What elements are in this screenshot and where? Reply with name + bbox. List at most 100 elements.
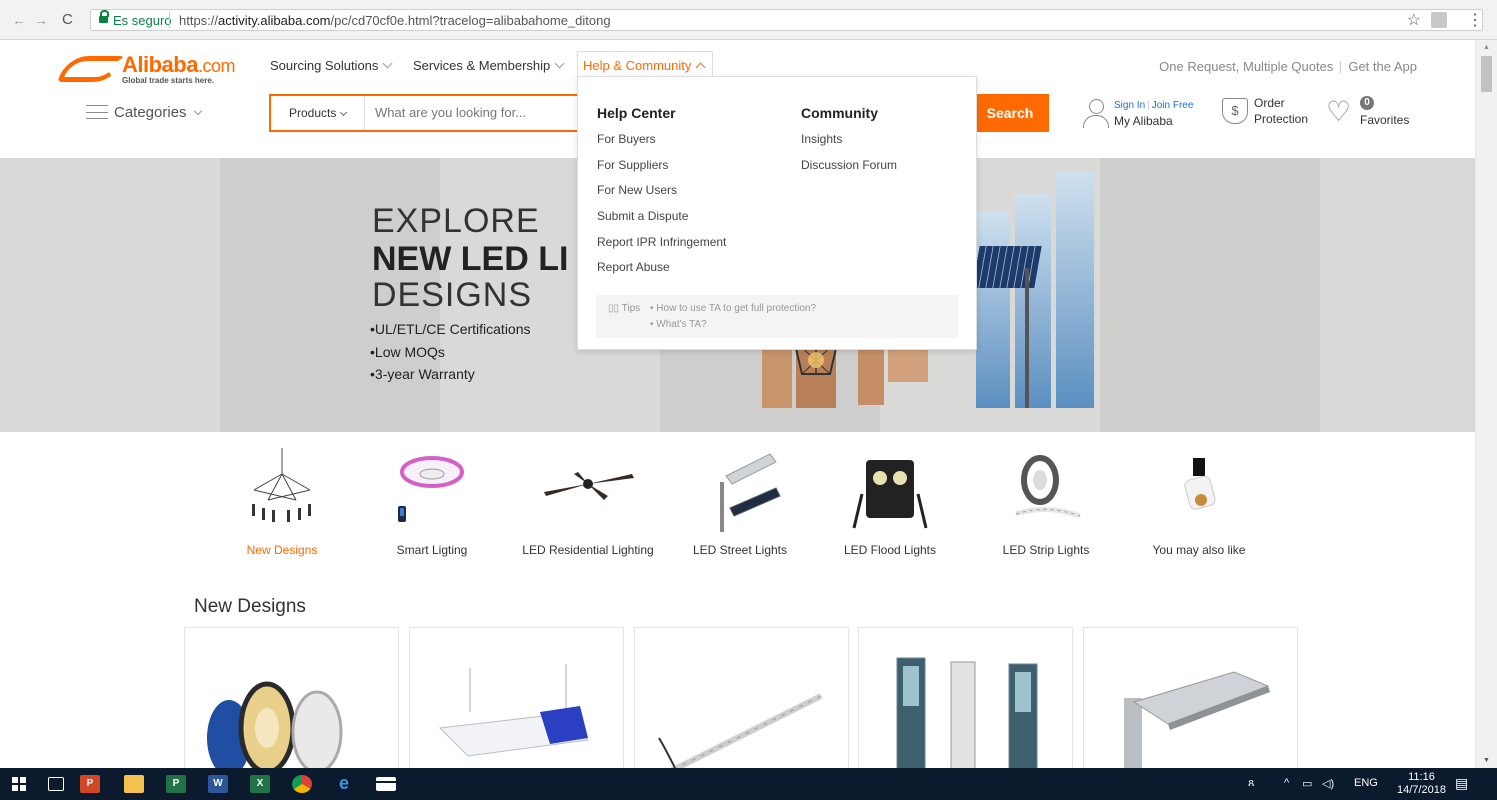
category-label: LED Strip Lights: [1002, 543, 1090, 557]
help-link-for-suppliers[interactable]: For Suppliers: [597, 157, 726, 183]
volume-icon[interactable]: ◁): [1322, 777, 1334, 790]
category-label: You may also like: [1152, 543, 1246, 557]
battery-icon[interactable]: ▭: [1302, 777, 1312, 790]
book-icon: ▯▯: [608, 303, 620, 314]
clock[interactable]: 11:16 14/7/2018: [1397, 771, 1446, 797]
user-icon: [1082, 98, 1110, 128]
nav-services-membership[interactable]: Services & Membership: [413, 58, 565, 73]
product-card[interactable]: [858, 627, 1073, 777]
banner-panel-blue: [976, 212, 1010, 408]
search-category-select[interactable]: Products: [271, 96, 365, 130]
notifications-icon[interactable]: ▤: [1455, 775, 1468, 792]
publisher-icon[interactable]: P: [166, 775, 186, 793]
tips-box: ▯▯ Tips • How to use TA to get full prot…: [596, 295, 958, 338]
join-free-link[interactable]: Join Free: [1152, 100, 1194, 111]
nav-help-community[interactable]: Help & Community: [583, 58, 706, 73]
powerpoint-icon[interactable]: P: [80, 775, 100, 793]
hamburger-icon: [86, 105, 108, 119]
chevron-up-icon[interactable]: ^: [1284, 777, 1289, 789]
windows-start-icon[interactable]: [12, 777, 26, 791]
solar-panel-image: [972, 246, 1042, 288]
product-card[interactable]: [1083, 627, 1298, 777]
help-community-dropdown: Help Center For Buyers For Suppliers For…: [577, 76, 977, 350]
product-image-grow-light: [438, 664, 590, 757]
reload-icon[interactable]: C: [62, 11, 73, 28]
my-alibaba-link[interactable]: My Alibaba: [1114, 114, 1173, 128]
solar-street-light-image: [720, 453, 781, 532]
banner-line3: DESIGNS: [372, 276, 533, 314]
category-label: LED Street Lights: [692, 543, 788, 557]
search-button[interactable]: Search: [971, 94, 1049, 132]
movie-maker-icon[interactable]: [376, 777, 396, 791]
category-label: Smart Ligting: [396, 543, 468, 557]
section-title: New Designs: [194, 596, 306, 617]
logo-swoosh-icon: [57, 56, 125, 82]
product-card[interactable]: [184, 627, 399, 777]
chrome-icon[interactable]: [292, 775, 312, 793]
rfq-link[interactable]: One Request, Multiple Quotes: [1159, 59, 1333, 74]
community-link-discussion-forum[interactable]: Discussion Forum: [801, 157, 897, 183]
vertical-scrollbar[interactable]: ▲ ▼: [1475, 40, 1497, 768]
sign-in-link[interactable]: Sign In: [1114, 100, 1145, 111]
address-separator: [169, 11, 170, 29]
word-icon[interactable]: W: [208, 775, 228, 793]
categories-menu[interactable]: Categories: [86, 103, 202, 121]
category-label: LED Flood Lights: [843, 543, 937, 557]
edge-icon[interactable]: e: [334, 774, 354, 793]
help-link-report-abuse[interactable]: Report Abuse: [597, 259, 726, 285]
chevron-down-icon: [554, 58, 565, 69]
file-explorer-icon[interactable]: [124, 775, 144, 793]
scrollbar-thumb[interactable]: [1481, 56, 1492, 92]
order-protection-line1: Order: [1254, 96, 1285, 110]
category-led-street-lights[interactable]: LED Street Lights: [665, 432, 815, 584]
category-you-may-also-like[interactable]: You may also like: [1124, 432, 1274, 584]
excel-icon[interactable]: X: [250, 775, 270, 793]
back-arrow-icon[interactable]: ←: [12, 12, 26, 28]
logo-wordmark: Alibaba: [122, 52, 198, 77]
link-divider: [1340, 61, 1342, 73]
logo-suffix: .com: [197, 56, 236, 76]
community-link-insights[interactable]: Insights: [801, 131, 897, 157]
category-led-residential-lighting[interactable]: LED Residential Lighting: [513, 432, 663, 584]
banner-bullet: •3-year Warranty: [370, 366, 475, 382]
help-center-column: Help Center For Buyers For Suppliers For…: [597, 105, 726, 285]
tip-link[interactable]: • What's TA?: [650, 319, 707, 330]
product-image-led-bar: [658, 693, 823, 776]
extension-icon[interactable]: [1431, 12, 1447, 28]
product-image-street-light: [1124, 671, 1270, 776]
chandelier-image: [252, 448, 311, 522]
bookmark-star-icon[interactable]: ☆: [1407, 10, 1421, 30]
category-led-flood-lights[interactable]: LED Flood Lights: [815, 432, 965, 584]
category-new-designs[interactable]: New Designs: [207, 432, 357, 584]
help-link-for-buyers[interactable]: For Buyers: [597, 131, 726, 157]
banner-line1: EXPLORE: [372, 202, 540, 240]
address-bar[interactable]: Es seguro https://activity.alibaba.com/p…: [90, 9, 1483, 31]
scroll-down-arrow-icon[interactable]: ▼: [1483, 757, 1490, 764]
product-card[interactable]: [634, 627, 849, 777]
nav-sourcing-solutions[interactable]: Sourcing Solutions: [270, 58, 393, 73]
chevron-down-icon: [193, 106, 202, 116]
heart-icon: ♡: [1326, 96, 1352, 127]
product-card[interactable]: [409, 627, 624, 777]
forward-arrow-icon[interactable]: →: [34, 12, 48, 28]
help-link-for-new-users[interactable]: For New Users: [597, 182, 726, 208]
banner-line2: NEW LED LI: [372, 240, 569, 278]
browser-menu-icon[interactable]: ⋮: [1467, 10, 1483, 30]
scroll-up-arrow-icon[interactable]: ▲: [1483, 44, 1490, 51]
category-smart-lighting[interactable]: Smart Ligting: [357, 432, 507, 584]
task-view-icon[interactable]: [48, 777, 64, 791]
people-icon[interactable]: ጸ: [1248, 777, 1254, 790]
tip-link[interactable]: • How to use TA to get full protection?: [650, 303, 816, 314]
categories-label: Categories: [114, 104, 187, 121]
flood-light-image: [852, 460, 928, 529]
spotlight-image: [1184, 458, 1216, 510]
category-led-strip-lights[interactable]: LED Strip Lights: [971, 432, 1121, 584]
product-image-led-reels: [207, 681, 343, 776]
help-link-report-ipr[interactable]: Report IPR Infringement: [597, 234, 726, 260]
clock-date: 14/7/2018: [1397, 784, 1446, 796]
get-app-link[interactable]: Get the App: [1348, 59, 1417, 74]
windows-taskbar: P P W X e ጸ ^ ▭ ◁) ENG 11:16 14/7/2018 ▤: [0, 768, 1497, 800]
language-indicator[interactable]: ENG: [1354, 777, 1378, 789]
browser-toolbar: ← → C Es seguro https://activity.alibaba…: [0, 0, 1497, 40]
help-link-submit-dispute[interactable]: Submit a Dispute: [597, 208, 726, 234]
